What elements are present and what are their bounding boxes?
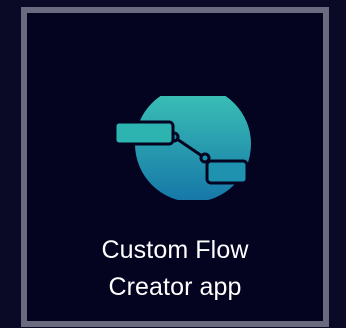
flow-creator-icon <box>113 96 251 200</box>
app-title-line-1: Custom Flow <box>101 236 249 264</box>
app-title-line-2: Creator app <box>108 273 242 301</box>
app-tile-custom-flow-creator[interactable]: Custom Flow Creator app <box>21 7 329 327</box>
